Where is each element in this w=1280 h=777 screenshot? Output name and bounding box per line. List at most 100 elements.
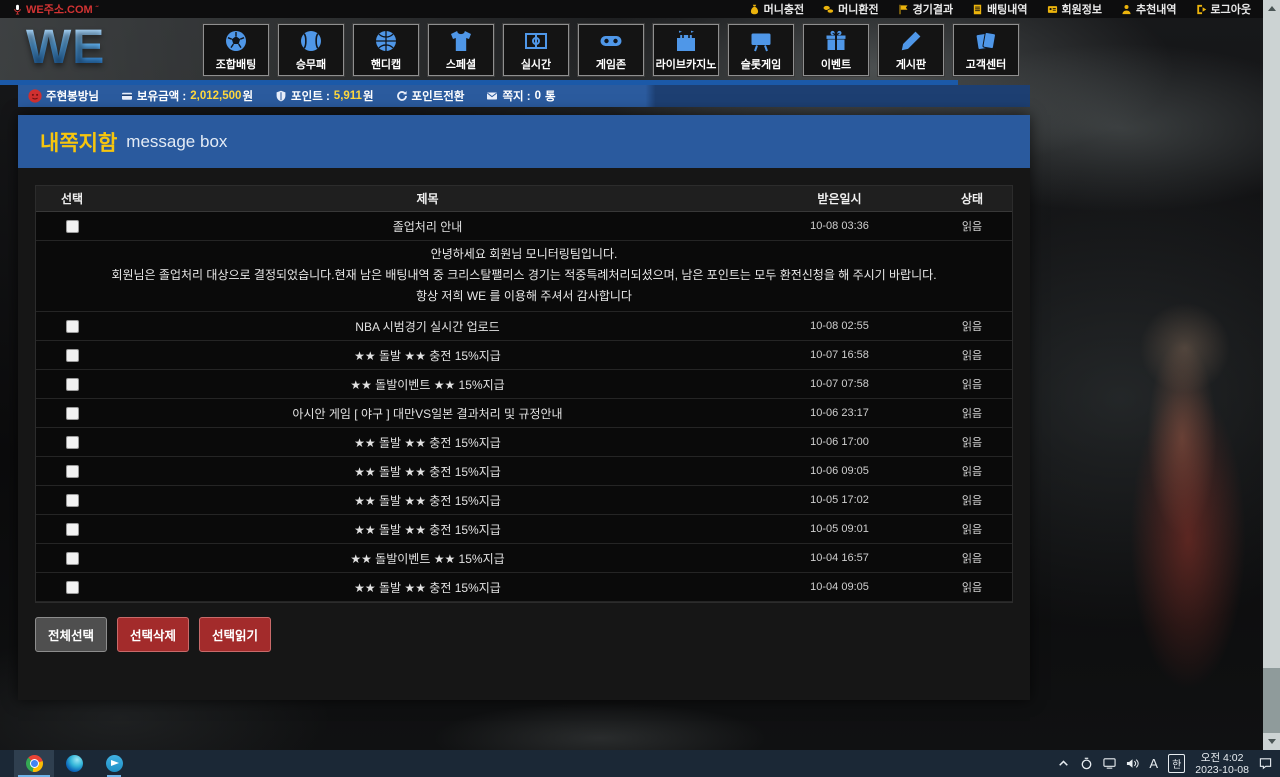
basketball-icon bbox=[374, 29, 398, 53]
row-checkbox[interactable] bbox=[66, 378, 79, 391]
topbar-menu-label: 경기결과 bbox=[913, 1, 953, 17]
mail-count: 0 bbox=[535, 90, 541, 102]
point-convert-button[interactable]: 포인트전환 bbox=[396, 88, 465, 104]
message-row[interactable]: NBA 시범경기 실시간 업로드10-08 02:55읽음 bbox=[36, 312, 1012, 341]
topbar-menu-label: 배팅내역 bbox=[987, 1, 1027, 17]
message-row[interactable]: ★★ 돌발 ★★ 충전 15%지급10-06 17:00읽음 bbox=[36, 428, 1012, 457]
tray-app-icon[interactable] bbox=[1080, 757, 1093, 770]
topbar-menu-referral-history[interactable]: 추천내역 bbox=[1121, 1, 1176, 17]
delete-selected-button[interactable]: 선택삭제 bbox=[117, 617, 189, 652]
message-title[interactable]: NBA 시범경기 실시간 업로드 bbox=[108, 312, 747, 340]
panel-body: 선택제목받은일시상태 졸업처리 안내10-08 03:36읽음안녕하세요 회원님… bbox=[18, 168, 1030, 652]
topbar-menu-game-results[interactable]: 경기결과 bbox=[898, 1, 953, 17]
message-row[interactable]: ★★ 돌발 ★★ 충전 15%지급10-05 09:01읽음 bbox=[36, 515, 1012, 544]
point-group: 포인트 : 5,911 원 bbox=[275, 88, 374, 104]
message-title[interactable]: ★★ 돌발 ★★ 충전 15%지급 bbox=[108, 341, 747, 369]
topbar-menu-logout[interactable]: 로그아웃 bbox=[1196, 1, 1251, 17]
topbar-menu-money-charge[interactable]: 머니충전 bbox=[749, 1, 804, 17]
row-checkbox[interactable] bbox=[66, 320, 79, 333]
row-checkbox[interactable] bbox=[66, 220, 79, 233]
browser-scrollbar[interactable] bbox=[1263, 0, 1280, 750]
message-title[interactable]: ★★ 돌발 ★★ 충전 15%지급 bbox=[108, 486, 747, 514]
refresh-icon bbox=[396, 90, 408, 102]
page-title: 내쪽지함 message box bbox=[18, 115, 1030, 168]
nav-label: 게임존 bbox=[596, 56, 626, 72]
point-value: 5,911 bbox=[334, 90, 362, 102]
message-title[interactable]: 졸업처리 안내 bbox=[108, 212, 747, 240]
taskbar-edge[interactable] bbox=[54, 750, 94, 777]
chevron-up-icon[interactable] bbox=[1057, 757, 1070, 770]
message-title[interactable]: ★★ 돌발이벤트 ★★ 15%지급 bbox=[108, 544, 747, 572]
edge-icon bbox=[66, 755, 83, 772]
topbar-menu-member-info[interactable]: 회원정보 bbox=[1047, 1, 1102, 17]
nav-event[interactable]: 이벤트 bbox=[803, 24, 869, 76]
message-title[interactable]: ★★ 돌발이벤트 ★★ 15%지급 bbox=[108, 370, 747, 398]
message-row[interactable]: 졸업처리 안내10-08 03:36읽음 bbox=[36, 212, 1012, 241]
row-checkbox[interactable] bbox=[66, 494, 79, 507]
scrollbar-thumb[interactable] bbox=[1263, 17, 1280, 668]
message-row[interactable]: ★★ 돌발이벤트 ★★ 15%지급10-04 16:57읽음 bbox=[36, 544, 1012, 573]
volume-icon[interactable] bbox=[1126, 757, 1139, 770]
message-title[interactable]: ★★ 돌발 ★★ 충전 15%지급 bbox=[108, 573, 747, 601]
message-date: 10-07 07:58 bbox=[747, 370, 932, 398]
scrollbar-up-button[interactable] bbox=[1263, 0, 1280, 17]
row-checkbox[interactable] bbox=[66, 407, 79, 420]
nav-label: 스페셜 bbox=[446, 56, 476, 72]
select-all-button[interactable]: 전체선택 bbox=[35, 617, 107, 652]
money-exchange-icon bbox=[823, 4, 834, 15]
message-status: 읽음 bbox=[932, 428, 1012, 456]
nav-handicap[interactable]: 핸디캡 bbox=[353, 24, 419, 76]
column-header: 받은일시 bbox=[747, 186, 932, 211]
message-date: 10-06 09:05 bbox=[747, 457, 932, 485]
site-address-link[interactable]: WE주소.COM ˝ bbox=[12, 1, 98, 17]
message-title[interactable]: ★★ 돌발 ★★ 충전 15%지급 bbox=[108, 457, 747, 485]
nav-special[interactable]: 스페셜 bbox=[428, 24, 494, 76]
taskbar-chrome[interactable] bbox=[14, 750, 54, 777]
nav-label: 라이브카지노 bbox=[656, 56, 717, 72]
message-title[interactable]: 아시안 게임 [ 야구 ] 대만VS일본 결과처리 및 규정안내 bbox=[108, 399, 747, 427]
read-selected-button[interactable]: 선택읽기 bbox=[199, 617, 271, 652]
nav-realtime[interactable]: 실시간 bbox=[503, 24, 569, 76]
site-logo[interactable]: WE bbox=[26, 20, 105, 75]
message-status: 읽음 bbox=[932, 515, 1012, 543]
point-label: 포인트 : bbox=[291, 88, 330, 104]
message-date: 10-05 17:02 bbox=[747, 486, 932, 514]
ime-korean-indicator[interactable]: 한 bbox=[1168, 754, 1185, 773]
nav-board[interactable]: 게시판 bbox=[878, 24, 944, 76]
message-status: 읽음 bbox=[932, 457, 1012, 485]
nav-label: 슬롯게임 bbox=[741, 56, 781, 72]
user-identity: 주현봉방님 bbox=[28, 88, 99, 104]
row-checkbox[interactable] bbox=[66, 465, 79, 478]
row-checkbox[interactable] bbox=[66, 552, 79, 565]
taskbar-telegram[interactable] bbox=[94, 750, 134, 777]
scrollbar-down-button[interactable] bbox=[1263, 733, 1280, 750]
topbar-menu-betting-history[interactable]: 배팅내역 bbox=[972, 1, 1027, 17]
message-row[interactable]: 아시안 게임 [ 야구 ] 대만VS일본 결과처리 및 규정안내10-06 23… bbox=[36, 399, 1012, 428]
mail-group[interactable]: 쪽지 : 0 통 bbox=[486, 88, 555, 104]
nav-live-casino[interactable]: 라이브카지노 bbox=[653, 24, 719, 76]
taskbar-clock[interactable]: 오전 4:02 2023-10-08 bbox=[1195, 752, 1249, 776]
row-checkbox[interactable] bbox=[66, 436, 79, 449]
message-row[interactable]: ★★ 돌발 ★★ 충전 15%지급10-04 09:05읽음 bbox=[36, 573, 1012, 602]
message-row[interactable]: ★★ 돌발 ★★ 충전 15%지급10-06 09:05읽음 bbox=[36, 457, 1012, 486]
message-row[interactable]: ★★ 돌발 ★★ 충전 15%지급10-05 17:02읽음 bbox=[36, 486, 1012, 515]
row-checkbox[interactable] bbox=[66, 349, 79, 362]
nav-support[interactable]: 고객센터 bbox=[953, 24, 1019, 76]
ime-latin-indicator[interactable]: A bbox=[1149, 756, 1158, 771]
nav-label: 게시판 bbox=[896, 56, 926, 72]
topbar-menu-label: 머니환전 bbox=[838, 1, 878, 17]
topbar-menu-money-exchange[interactable]: 머니환전 bbox=[823, 1, 878, 17]
nav-slot-games[interactable]: 슬롯게임 bbox=[728, 24, 794, 76]
nav-combo-betting[interactable]: 조합배팅 bbox=[203, 24, 269, 76]
message-row[interactable]: ★★ 돌발 ★★ 충전 15%지급10-07 16:58읽음 bbox=[36, 341, 1012, 370]
message-title[interactable]: ★★ 돌발 ★★ 충전 15%지급 bbox=[108, 515, 747, 543]
network-icon[interactable] bbox=[1103, 757, 1116, 770]
field-icon bbox=[524, 29, 548, 53]
row-checkbox[interactable] bbox=[66, 523, 79, 536]
message-row[interactable]: ★★ 돌발이벤트 ★★ 15%지급10-07 07:58읽음 bbox=[36, 370, 1012, 399]
notification-center-icon[interactable] bbox=[1259, 757, 1272, 770]
message-title[interactable]: ★★ 돌발 ★★ 충전 15%지급 bbox=[108, 428, 747, 456]
nav-win-draw-lose[interactable]: 승무패 bbox=[278, 24, 344, 76]
row-checkbox[interactable] bbox=[66, 581, 79, 594]
nav-gamezone[interactable]: 게임존 bbox=[578, 24, 644, 76]
